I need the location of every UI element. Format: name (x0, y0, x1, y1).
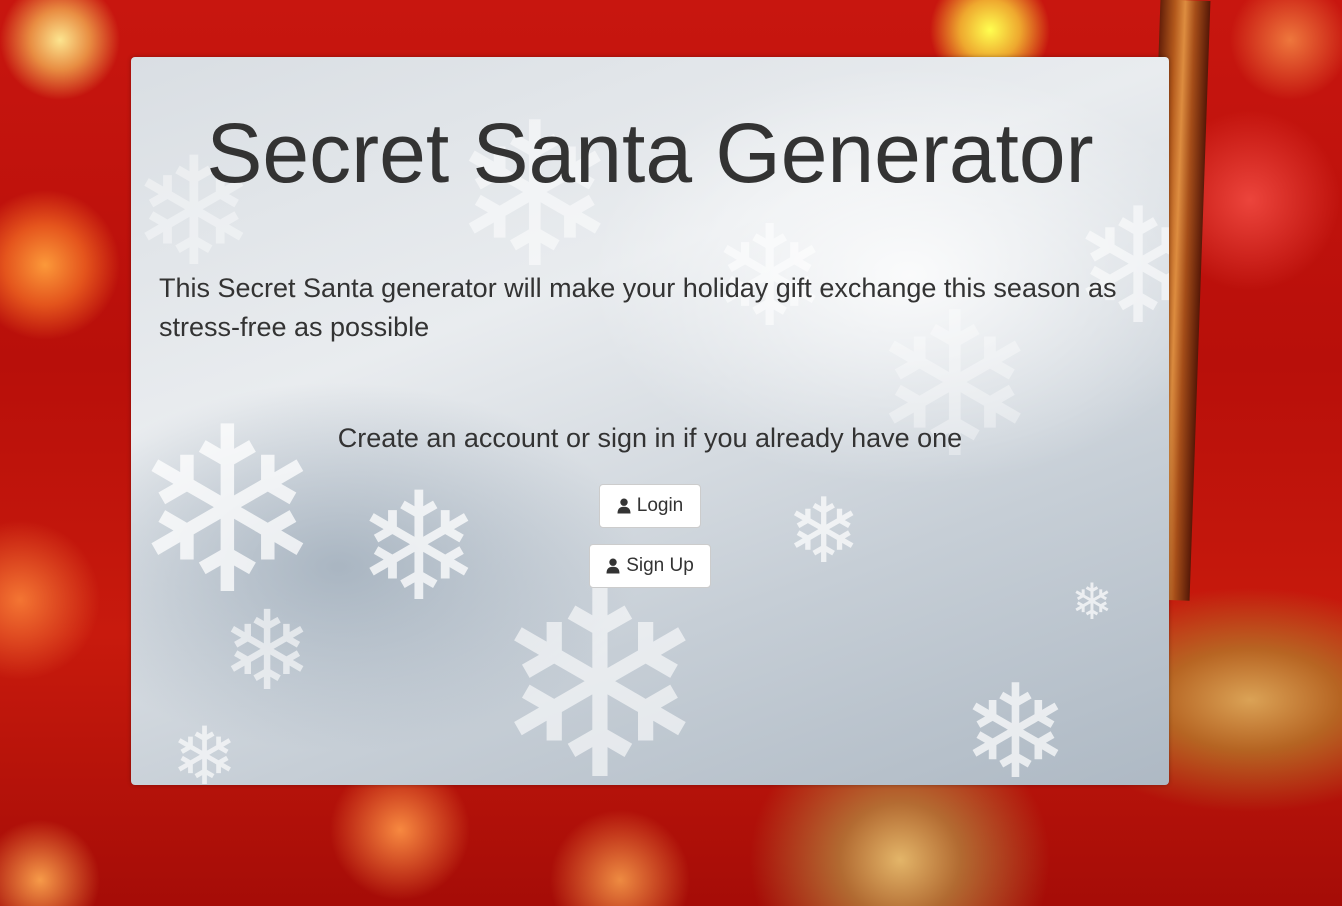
login-label: Login (636, 495, 684, 516)
user-icon (606, 558, 620, 574)
page-title: Secret Santa Generator (206, 106, 1094, 200)
account-prompt: Create an account or sign in if you alre… (337, 423, 963, 453)
user-icon (617, 498, 631, 514)
page-description: This Secret Santa generator will make yo… (159, 273, 1117, 342)
login-button[interactable]: Login (599, 484, 701, 528)
signup-button[interactable]: Sign Up (589, 544, 711, 588)
main-panel: ❄ ❄ ❄ ❄ ❄ ❄ ❄ ❄ ❄ ❄ ❄ ❄ ❄ Secret Santa G… (131, 57, 1169, 785)
signup-label: Sign Up (626, 555, 694, 576)
